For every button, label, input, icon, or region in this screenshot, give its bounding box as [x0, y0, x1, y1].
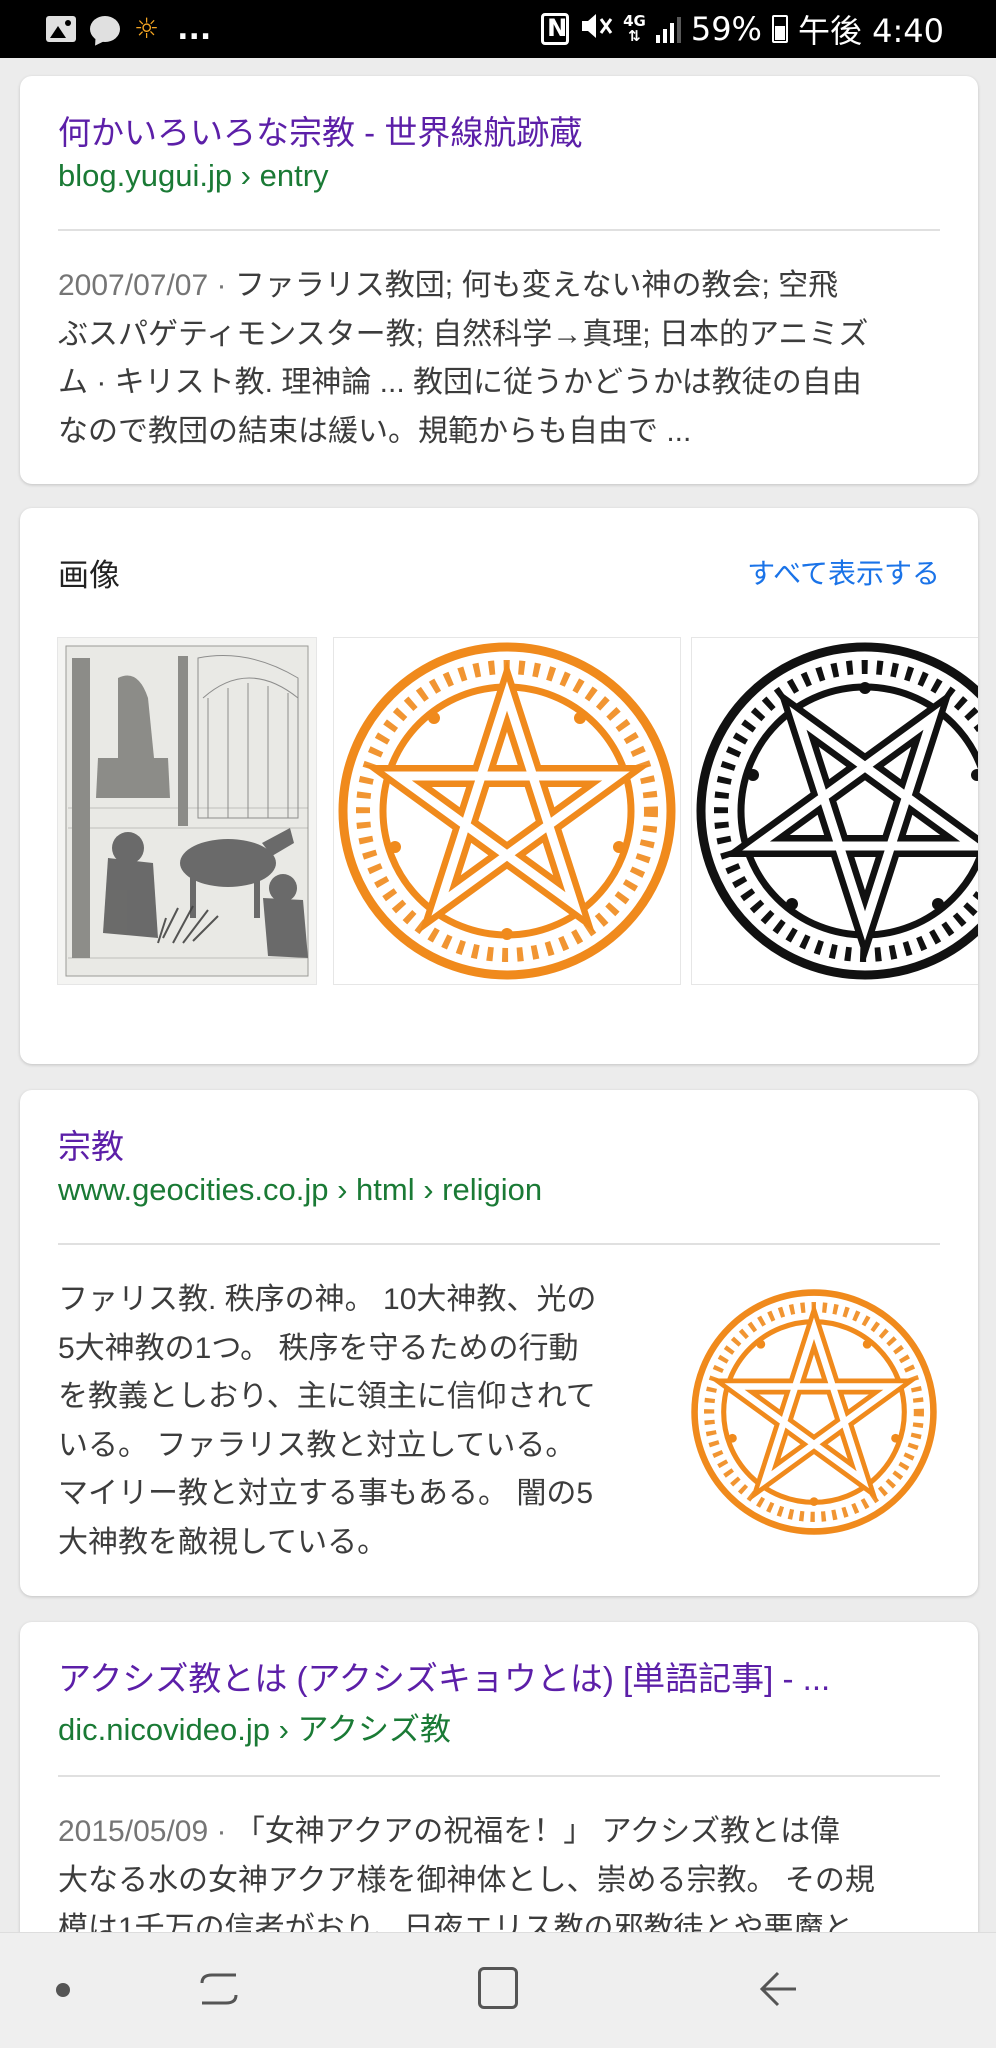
weather-sun-icon: ☼: [134, 12, 160, 45]
signal-strength-icon: [655, 15, 681, 43]
snippet-line: 大なる水の女神アクア様を御神体とし、崇める宗教。 その規: [58, 1863, 875, 1897]
snippet-line: なので教団の結束は緩い。規範からも自由で ...: [58, 414, 692, 448]
mute-icon: [579, 11, 613, 48]
snippet-line: マイリー教と対立する事もある。 闇の5: [58, 1477, 594, 1510]
result-thumbnail[interactable]: [688, 1286, 940, 1538]
notification-icons: ☼ ...: [46, 10, 211, 48]
search-result-card[interactable]: 何かいろいろな宗教 - 世界線航跡蔵 blog.yugui.jp › entry…: [20, 76, 978, 484]
gallery-notification-icon: [46, 16, 76, 42]
result-url[interactable]: dic.nicovideo.jp › アクシズ教: [58, 1704, 451, 1749]
snippet-line: 5大神教の1つ。 秩序を守るための行動: [58, 1331, 579, 1365]
result-title-link[interactable]: 宗教: [58, 1120, 124, 1168]
home-icon[interactable]: [478, 1967, 518, 2009]
result-url[interactable]: blog.yugui.jp › entry: [58, 158, 329, 194]
recent-apps-icon[interactable]: [198, 1969, 240, 2009]
snippet-line: ぶスパゲティモンスター教; 自然科学→真理; 日本的アニミズ: [58, 317, 869, 351]
show-all-images-link[interactable]: すべて表示する: [747, 552, 940, 592]
nav-hide-dot-icon[interactable]: [56, 1983, 70, 1997]
snippet-line: ファラリス教団; 何も変えない神の教会; 空飛: [234, 269, 839, 302]
system-navigation-bar: [0, 1932, 996, 2048]
orange-pentagram-seal: [691, 1289, 937, 1535]
nfc-icon: [541, 13, 570, 45]
result-title-link[interactable]: 何かいろいろな宗教 - 世界線航跡蔵: [58, 106, 582, 154]
clock: 午後 4:40: [797, 12, 944, 50]
image-thumbnail-orange-pentagram[interactable]: [334, 638, 680, 984]
snippet-line: 大神教を敵視している。: [58, 1525, 388, 1559]
snippet-line: ファリス教. 秩序の神。 10大神教、光の: [58, 1283, 597, 1316]
snippet-line: 「女神アクアの祝福を！」 アクシズ教とは偉: [234, 1815, 841, 1848]
result-date: 2015/05/09 ·: [58, 1815, 235, 1848]
result-url[interactable]: www.geocities.co.jp › html › religion: [58, 1172, 542, 1208]
images-heading: 画像: [58, 558, 120, 594]
system-indicators: 4G⇅ 59% 午後 4:40: [541, 8, 944, 50]
snippet-line: を教義としおり、主に領主に信仰されて: [58, 1380, 596, 1413]
image-thumbnail-black-pentagram[interactable]: [692, 638, 978, 984]
network-type-label: 4G: [623, 12, 646, 30]
search-result-card[interactable]: 宗教 www.geocities.co.jp › html › religion…: [20, 1090, 978, 1596]
image-thumbnail-engraving[interactable]: [58, 638, 316, 984]
message-notification-icon: [90, 16, 120, 42]
battery-percentage: 59%: [690, 10, 762, 48]
status-bar: ☼ ... 4G⇅ 59% 午後 4:40: [0, 0, 996, 58]
snippet-line: ム · キリスト教. 理神論 ... 教団に従うかどうかは教徒の自由: [58, 366, 862, 399]
more-notifications-indicator: ...: [177, 11, 212, 47]
divider: [58, 229, 940, 231]
back-icon[interactable]: [756, 1967, 800, 2011]
result-title-link[interactable]: アクシズ教とは (アクシズキョウとは) [単語記事] - ...: [58, 1652, 830, 1700]
black-pentagram-seal: [692, 638, 978, 984]
divider: [58, 1775, 940, 1777]
result-snippet: 2007/07/07 · ファラリス教団; 何も変えない神の教会; 空飛 ぶスパ…: [58, 262, 940, 456]
result-date: 2007/07/07 ·: [58, 269, 235, 302]
network-4g-icon: 4G ⇅: [623, 12, 646, 45]
orange-pentagram-seal: [334, 638, 680, 984]
divider: [58, 1243, 940, 1245]
snippet-line: いる。 ファラリス教と対立している。: [58, 1428, 576, 1462]
battery-icon: [771, 15, 788, 43]
engraving-illustration: [58, 638, 316, 984]
image-results-card: 画像 すべて表示する: [20, 508, 978, 1064]
result-snippet: ファリス教. 秩序の神。 10大神教、光の 5大神教の1つ。 秩序を守るための行…: [58, 1276, 678, 1567]
